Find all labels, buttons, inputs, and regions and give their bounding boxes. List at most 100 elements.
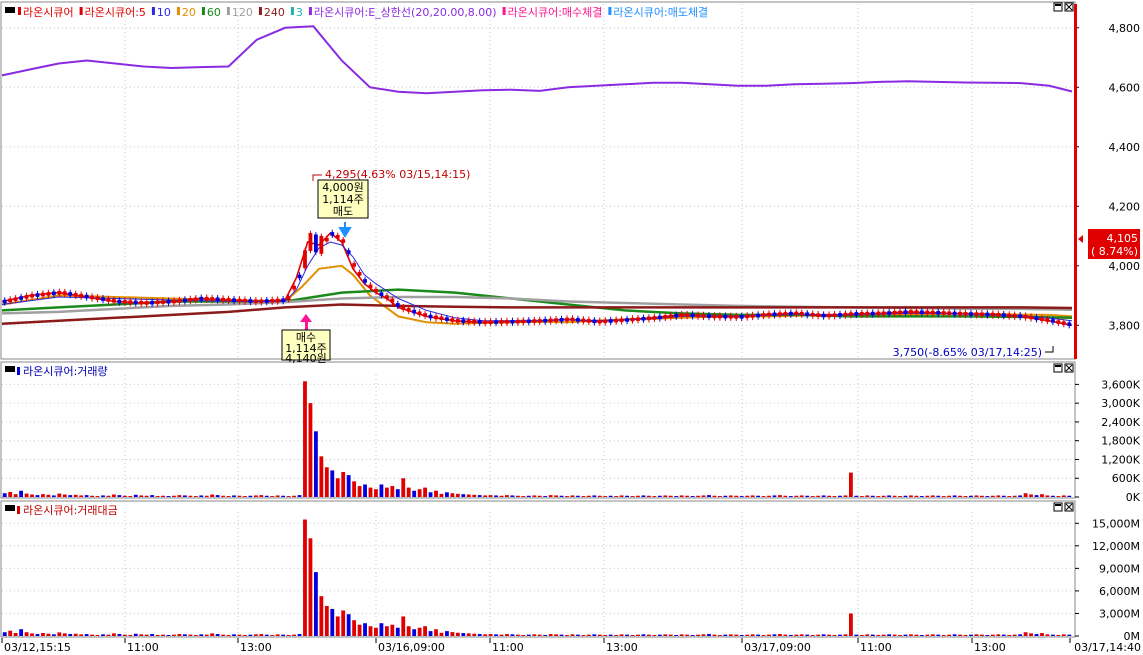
amount-bar: [346, 614, 351, 636]
x-axis-label: 11:00: [492, 641, 524, 654]
volume-bar: [761, 496, 766, 497]
volume-bar: [455, 493, 460, 497]
candle-body: [696, 313, 700, 318]
volume-bar: [717, 496, 722, 497]
candle-body: [903, 310, 908, 314]
amount-bar: [406, 626, 411, 636]
amount-bar: [608, 634, 613, 636]
candle-body: [177, 299, 182, 303]
volume-bar: [445, 492, 449, 497]
amount-bar: [368, 626, 373, 636]
volume-bar: [155, 496, 160, 497]
amount-bar: [657, 634, 662, 636]
amount-bar: [712, 634, 717, 636]
volume-bar: [1061, 495, 1066, 497]
amount-bar: [783, 634, 788, 636]
candle-body: [455, 319, 460, 323]
candle-body: [619, 318, 624, 323]
amount-bar: [723, 634, 728, 636]
volume-bar: [925, 495, 930, 497]
amount-bar: [461, 633, 466, 636]
amount-bar: [696, 634, 700, 636]
candle-body: [668, 314, 673, 319]
volume-bar: [8, 491, 13, 497]
amount-bar: [79, 634, 84, 636]
volume-tick-label: 2,400K: [1101, 416, 1140, 429]
amount-legend-label: 라온시큐어:거래대금: [23, 504, 118, 517]
candle-body: [701, 314, 706, 318]
amount-bar: [210, 633, 215, 636]
amount-bar: [90, 634, 94, 636]
amount-bar: [188, 634, 193, 636]
amount-bar: [707, 634, 711, 636]
volume-bar: [248, 495, 253, 497]
volume-bar: [90, 495, 94, 497]
volume-bar: [270, 496, 275, 497]
candle-body: [472, 319, 477, 324]
volume-bar: [161, 495, 165, 497]
amount-bar: [286, 635, 291, 636]
volume-bar: [499, 495, 504, 497]
buy-price: 4,140원: [285, 352, 327, 365]
amount-panel[interactable]: [0, 500, 1076, 638]
candle-body: [941, 311, 946, 315]
candle-body: [810, 312, 815, 317]
candle-body: [423, 313, 427, 317]
amount-bar: [172, 634, 176, 636]
legend-item: 60: [207, 6, 221, 19]
candle-body: [521, 319, 526, 324]
volume-bar: [35, 495, 40, 497]
amount-bar: [794, 634, 799, 636]
candle-body: [952, 311, 957, 316]
volume-bar: [177, 495, 182, 497]
volume-bar: [532, 495, 537, 497]
amount-bar: [925, 634, 930, 636]
amount-bar: [537, 634, 542, 636]
volume-bar: [947, 495, 952, 497]
current-change: ( 8.74%): [1091, 245, 1138, 258]
volume-bar: [652, 496, 657, 497]
candle-body: [772, 312, 777, 317]
buy-arrow-stem-icon: [305, 320, 308, 330]
candle-body: [854, 312, 859, 316]
volume-bar: [936, 495, 941, 497]
candle-body: [101, 297, 105, 301]
amount-bar: [324, 605, 329, 636]
candle-body: [237, 298, 242, 303]
x-axis-label: 03/17,09:00: [744, 641, 811, 654]
amount-bar: [647, 634, 651, 636]
volume-bar: [909, 495, 913, 497]
volume-panel[interactable]: [0, 361, 1076, 499]
candle-body: [636, 317, 640, 321]
candle-body: [947, 311, 952, 316]
amount-bar: [62, 633, 67, 636]
amount-bar: [898, 635, 902, 636]
candle-body: [505, 320, 509, 324]
volume-bar: [750, 495, 755, 497]
volume-bar: [554, 495, 559, 497]
volume-bar: [625, 495, 629, 497]
sell-text: 매도: [333, 205, 353, 218]
candle-body: [1023, 314, 1028, 319]
candle-body: [297, 274, 302, 279]
candle-body: [248, 299, 253, 303]
amount-bar: [270, 635, 275, 636]
amount-bar: [1050, 634, 1055, 636]
volume-bar: [712, 495, 717, 497]
candle-body: [335, 234, 340, 239]
candle-body: [930, 310, 935, 315]
amount-bar: [980, 634, 984, 636]
volume-bar: [990, 495, 995, 497]
candle-body: [199, 296, 204, 301]
volume-bar: [1056, 496, 1061, 497]
amount-bar: [636, 634, 640, 636]
volume-bar: [188, 495, 193, 497]
volume-bar: [668, 495, 673, 497]
candle-body: [379, 292, 384, 296]
candle-body: [614, 318, 619, 323]
y-axis-ticks: 4,800 4,600 4,400 4,200 4,000 3,800 3,600K 3,00…: [1075, 22, 1141, 643]
candle-body: [133, 300, 138, 305]
candle-body: [62, 291, 67, 295]
candle-body: [499, 320, 504, 324]
volume-bar: [1023, 493, 1028, 497]
